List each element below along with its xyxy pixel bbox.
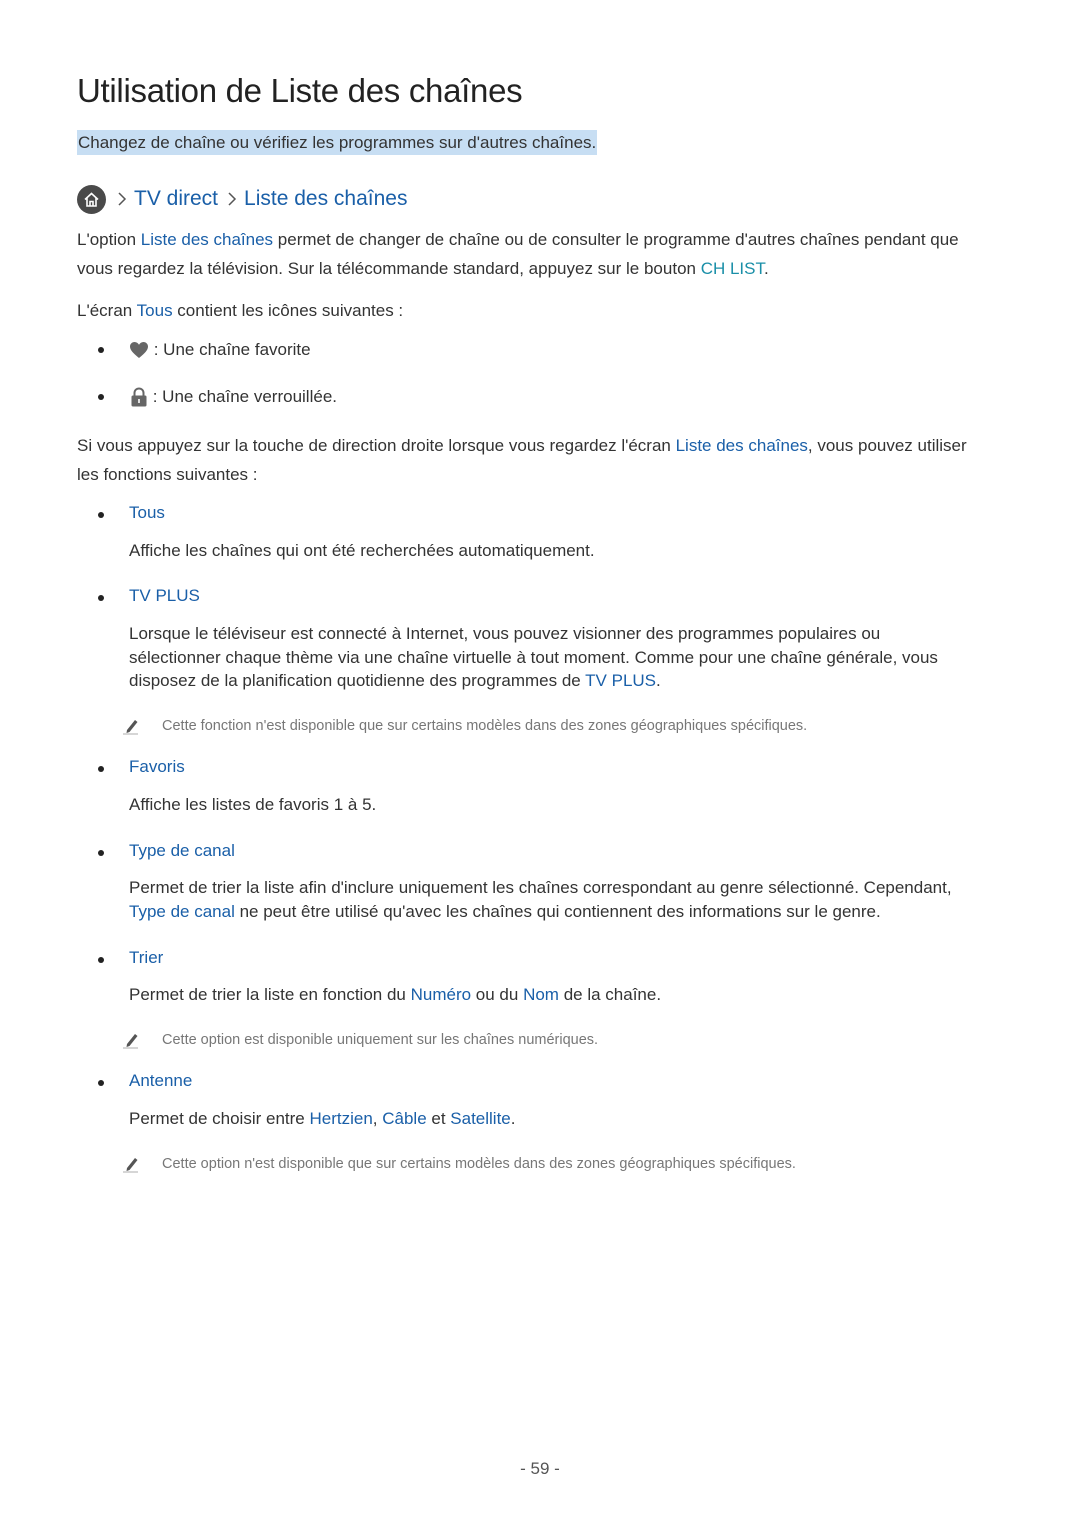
breadcrumb-liste-des-chaines[interactable]: Liste des chaînes: [244, 187, 407, 211]
function-desc-antenne: Permet de choisir entre Hertzien, Câble …: [129, 1107, 516, 1131]
key-ch-list: CH LIST: [700, 259, 764, 278]
intro-line-1: L'option Liste des chaînes permet de cha…: [77, 225, 959, 254]
function-title-type-de-canal: Type de canal: [129, 841, 235, 860]
function-title-trier: Trier: [129, 948, 164, 967]
heart-icon: [129, 341, 149, 359]
menu-ref-tv-plus: TV PLUS: [585, 671, 657, 690]
function-desc-tous: Affiche les chaînes qui ont été recherch…: [129, 541, 595, 560]
function-title-antenne: Antenne: [129, 1071, 193, 1090]
function-desc-type-2: Type de canal ne peut être utilisé qu'av…: [129, 900, 881, 924]
text: ,: [372, 1109, 383, 1128]
breadcrumb-tv-direct[interactable]: TV direct: [134, 187, 218, 211]
text: L'option: [77, 230, 141, 249]
function-title-tous: Tous: [129, 503, 165, 522]
menu-ref-liste-des-chaines: Liste des chaînes: [140, 230, 274, 249]
home-icon[interactable]: [77, 184, 106, 214]
bullet: [98, 347, 104, 353]
icon-list-item: : Une chaîne favorite: [129, 335, 311, 364]
function-desc-tv-plus-3: disposez de la planification quotidienne…: [129, 669, 661, 693]
pencil-note-icon: [121, 1031, 141, 1049]
breadcrumb: TV direct Liste des chaînes: [77, 184, 407, 214]
text: de la chaîne.: [558, 985, 662, 1004]
icon-list-text: : Une chaîne favorite: [149, 340, 311, 359]
bullet: [98, 595, 104, 601]
note-trier: Cette option est disponible uniquement s…: [162, 1032, 599, 1048]
text: Permet de choisir entre: [129, 1109, 310, 1128]
pencil-note-icon: [121, 717, 141, 735]
bullet: [98, 850, 104, 856]
text: et: [426, 1109, 451, 1128]
page-title: Utilisation de Liste des chaînes: [77, 72, 523, 109]
page-subtitle: Changez de chaîne ou vérifiez les progra…: [77, 130, 598, 155]
lock-icon: [130, 386, 148, 407]
text: vous regardez la télévision. Sur la télé…: [77, 259, 701, 278]
text: .: [510, 1109, 516, 1128]
menu-ref-tous: Tous: [136, 301, 173, 320]
icon-list-text: : Une chaîne verrouillée.: [148, 387, 337, 406]
text: , vous pouvez utiliser: [807, 436, 967, 455]
function-title-favoris: Favoris: [129, 757, 185, 776]
bullet: [98, 1080, 104, 1086]
bullet: [98, 512, 104, 518]
note-tv-plus: Cette fonction n'est disponible que sur …: [162, 718, 808, 734]
function-title-tv-plus: TV PLUS: [129, 586, 200, 605]
page-number: - 59 -: [520, 1459, 560, 1478]
bullet: [98, 957, 104, 963]
function-desc-trier: Permet de trier la liste en fonction du …: [129, 983, 661, 1007]
function-desc-tv-plus-1: Lorsque le téléviseur est connecté à Int…: [129, 624, 881, 643]
functions-intro-line-1: Si vous appuyez sur la touche de directi…: [77, 431, 967, 460]
bullet: [98, 766, 104, 772]
pencil-note-icon: [121, 1155, 141, 1173]
function-desc-tv-plus-2: sélectionner chaque thème via une chaîne…: [129, 647, 938, 667]
text: disposez de la planification quotidienne…: [129, 671, 586, 690]
menu-ref-hertzien: Hertzien: [309, 1109, 373, 1128]
function-desc-type-1: Permet de trier la liste afin d'inclure …: [129, 878, 952, 897]
text: Permet de trier la liste en fonction du: [129, 985, 411, 1004]
menu-ref-nom: Nom: [523, 985, 559, 1004]
text: contient les icônes suivantes :: [172, 301, 404, 320]
function-desc-favoris: Affiche les listes de favoris 1 à 5.: [129, 795, 377, 814]
menu-ref-type-de-canal: Type de canal: [129, 901, 235, 921]
text: ou du: [471, 985, 524, 1004]
note-antenne: Cette option n'est disponible que sur ce…: [162, 1156, 796, 1172]
text: Si vous appuyez sur la touche de directi…: [77, 436, 676, 455]
chevron-right-icon: [117, 191, 127, 207]
text: L'écran: [77, 301, 137, 320]
text: .: [656, 671, 661, 690]
icons-intro: L'écran Tous contient les icônes suivant…: [77, 296, 403, 325]
menu-ref-cable: Câble: [382, 1109, 427, 1128]
chevron-right-icon: [227, 191, 237, 207]
icon-list-item: : Une chaîne verrouillée.: [129, 382, 337, 411]
functions-intro-line-2: les fonctions suivantes :: [77, 465, 258, 484]
menu-ref-numero: Numéro: [410, 985, 472, 1004]
text: ne peut être utilisé qu'avec les chaînes…: [234, 901, 881, 921]
intro-line-2: vous regardez la télévision. Sur la télé…: [77, 254, 769, 283]
menu-ref-satellite: Satellite: [450, 1109, 511, 1128]
menu-ref-liste-des-chaines: Liste des chaînes: [675, 436, 808, 455]
text: permet de changer de chaîne ou de consul…: [273, 230, 959, 249]
bullet: [98, 394, 104, 400]
text: .: [764, 259, 769, 278]
